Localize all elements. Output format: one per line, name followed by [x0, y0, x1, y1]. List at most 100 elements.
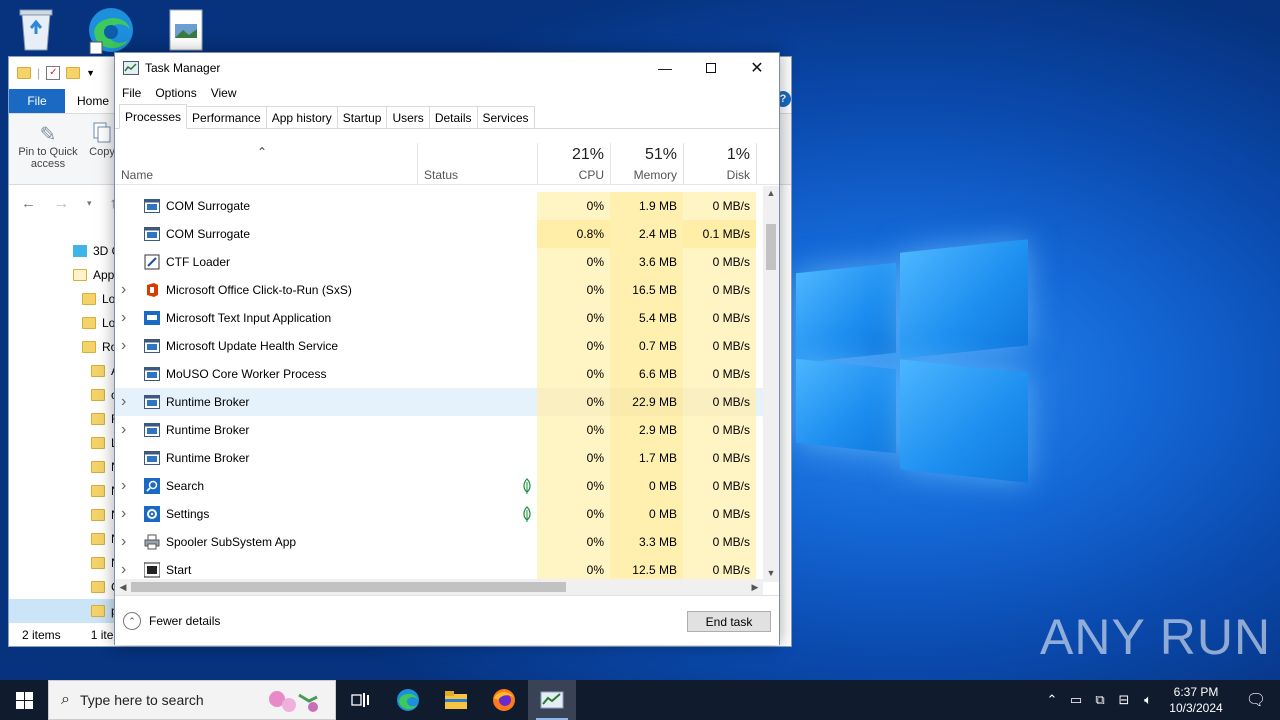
scroll-down-icon[interactable]: ▼: [763, 566, 779, 580]
tab-app-history[interactable]: App history: [265, 106, 338, 128]
vertical-scrollbar[interactable]: ▲ ▼: [763, 186, 779, 582]
process-row[interactable]: COM Surrogate 0.8% 2.4 MB 0.1 MB/s: [115, 220, 763, 248]
folder-icon: [82, 293, 96, 305]
tab-users[interactable]: Users: [386, 106, 430, 128]
tab-performance[interactable]: Performance: [186, 106, 267, 128]
process-row[interactable]: › Microsoft Text Input Application 0% 5.4 M…: [115, 304, 763, 332]
process-row[interactable]: › Runtime Broker 0% 22.9 MB 0 MB/s: [115, 388, 763, 416]
column-status[interactable]: Status: [418, 143, 538, 185]
firefox-taskbar-button[interactable]: [480, 680, 528, 720]
clock-time: 6:37 PM: [1173, 685, 1219, 699]
clock[interactable]: 6:37 PM 10/3/2024: [1160, 684, 1232, 716]
tab-file[interactable]: File: [9, 89, 65, 113]
expand-chevron-icon[interactable]: ›: [121, 304, 135, 332]
taskbar-search-box[interactable]: ⌕ Type here to search: [48, 680, 336, 720]
expand-chevron-icon[interactable]: ›: [121, 500, 135, 528]
qat-dropdown-icon[interactable]: ▼: [86, 68, 95, 78]
close-button[interactable]: ✕: [734, 53, 780, 83]
back-arrow-icon[interactable]: ←: [21, 195, 36, 212]
tab-strip: Processes Performance App history Startu…: [115, 103, 779, 129]
process-row[interactable]: › Microsoft Update Health Service 0% 0.7 MB…: [115, 332, 763, 360]
recent-dropdown-icon[interactable]: ▾: [87, 198, 92, 209]
start-button[interactable]: [0, 680, 48, 720]
horizontal-scrollbar[interactable]: ◀ ▶: [115, 579, 763, 595]
column-disk[interactable]: 1% Disk: [684, 143, 757, 185]
folder-icon: [91, 461, 105, 473]
tab-details[interactable]: Details: [428, 106, 478, 128]
process-disk: 0 MB/s: [683, 304, 756, 332]
expand-chevron-icon[interactable]: ›: [121, 416, 135, 444]
process-row[interactable]: › Search 0% 0 MB 0 MB/s: [115, 472, 763, 500]
process-row[interactable]: CTF Loader 0% 3.6 MB 0 MB/s: [115, 248, 763, 276]
scroll-up-icon[interactable]: ▲: [763, 186, 779, 200]
copy-icon: [87, 122, 117, 146]
menu-file[interactable]: File: [122, 86, 141, 100]
process-disk: 0 MB/s: [683, 472, 756, 500]
expand-chevron-icon[interactable]: ›: [121, 472, 135, 500]
network-icon[interactable]: ⊟: [1112, 692, 1136, 708]
tree-item[interactable]: Ro: [82, 335, 117, 359]
process-name: Microsoft Text Input Application: [166, 311, 332, 325]
expand-chevron-icon[interactable]: ›: [121, 528, 135, 556]
edge-taskbar-button[interactable]: [384, 680, 432, 720]
vertical-scroll-thumb[interactable]: [766, 224, 776, 270]
tree-item[interactable]: Lo: [82, 311, 115, 335]
end-task-button[interactable]: End task: [687, 611, 771, 632]
process-cpu: 0%: [537, 388, 610, 416]
forward-arrow-icon[interactable]: →: [54, 195, 69, 212]
minimize-button[interactable]: —: [642, 53, 688, 83]
scroll-right-icon[interactable]: ▶: [747, 580, 763, 594]
tree-item[interactable]: Lo: [82, 287, 115, 311]
edge-desktop-icon[interactable]: [86, 6, 142, 56]
image-file-desktop-icon[interactable]: [168, 8, 224, 58]
column-name[interactable]: ⌃ Name: [115, 143, 418, 185]
chevron-up-icon[interactable]: ⌃: [1040, 692, 1064, 708]
volume-icon[interactable]: 🔈︎: [1136, 692, 1160, 708]
system-tray: ⌃ ▭ ⧉ ⊟ 🔈︎ 6:37 PM 10/3/2024 🗨︎: [1040, 680, 1280, 720]
pin-quick-access-button[interactable]: ✎ Pin to Quick access: [15, 122, 81, 170]
horizontal-scroll-thumb[interactable]: [131, 582, 566, 592]
menu-bar: File Options View: [115, 83, 779, 103]
notifications-icon[interactable]: 🗨︎: [1232, 690, 1280, 710]
process-row[interactable]: › Runtime Broker 0% 2.9 MB 0 MB/s: [115, 416, 763, 444]
new-folder-icon[interactable]: [66, 67, 81, 79]
column-memory[interactable]: 51% Memory: [611, 143, 684, 185]
folder-icon[interactable]: [17, 67, 31, 79]
battery-icon[interactable]: ▭: [1064, 692, 1088, 708]
file-explorer-taskbar-button[interactable]: [432, 680, 480, 720]
process-row[interactable]: › Settings 0% 0 MB 0 MB/s: [115, 500, 763, 528]
copy-button[interactable]: Copy: [87, 122, 117, 158]
menu-view[interactable]: View: [211, 86, 237, 100]
close-icon: ✕: [750, 60, 764, 77]
tab-home[interactable]: Home: [65, 89, 121, 113]
process-row[interactable]: Runtime Broker 0% 1.7 MB 0 MB/s: [115, 444, 763, 472]
maximize-button[interactable]: [688, 53, 734, 83]
properties-icon[interactable]: ✓: [46, 66, 61, 80]
recycle-bin-icon[interactable]: [14, 6, 70, 56]
process-row[interactable]: › Spooler SubSystem App 0% 3.3 MB 0 MB/s: [115, 528, 763, 556]
tab-processes[interactable]: Processes: [119, 104, 188, 129]
task-view-button[interactable]: [336, 680, 384, 720]
expand-chevron-icon[interactable]: ›: [121, 276, 135, 304]
process-memory: 5.4 MB: [610, 304, 683, 332]
process-row[interactable]: COM Surrogate 0% 1.9 MB 0 MB/s: [115, 192, 763, 220]
title-bar[interactable]: Task Manager — ✕: [115, 53, 779, 83]
fewer-details-button[interactable]: ⌃ Fewer details: [123, 612, 220, 630]
task-manager-taskbar-button[interactable]: [528, 680, 576, 720]
expand-chevron-icon[interactable]: ›: [121, 388, 135, 416]
anyrun-watermark: ANY RUN: [1040, 609, 1272, 665]
tab-startup[interactable]: Startup: [336, 106, 388, 128]
scroll-left-icon[interactable]: ◀: [115, 580, 131, 594]
tab-services[interactable]: Services: [476, 106, 535, 128]
column-disk-label: Disk: [726, 168, 750, 182]
device-icon[interactable]: ⧉: [1088, 692, 1112, 708]
tree-item[interactable]: App: [73, 263, 114, 287]
tree-item-selected[interactable]: p: [9, 599, 124, 623]
menu-options[interactable]: Options: [155, 86, 196, 100]
process-row[interactable]: MoUSO Core Worker Process 0% 6.6 MB 0 MB/s: [115, 360, 763, 388]
row-spacer: [121, 248, 135, 276]
process-row[interactable]: › Microsoft Office Click-to-Run (SxS) 0% 16…: [115, 276, 763, 304]
process-memory: 6.6 MB: [610, 360, 683, 388]
column-cpu[interactable]: 21% CPU: [538, 143, 611, 185]
expand-chevron-icon[interactable]: ›: [121, 332, 135, 360]
